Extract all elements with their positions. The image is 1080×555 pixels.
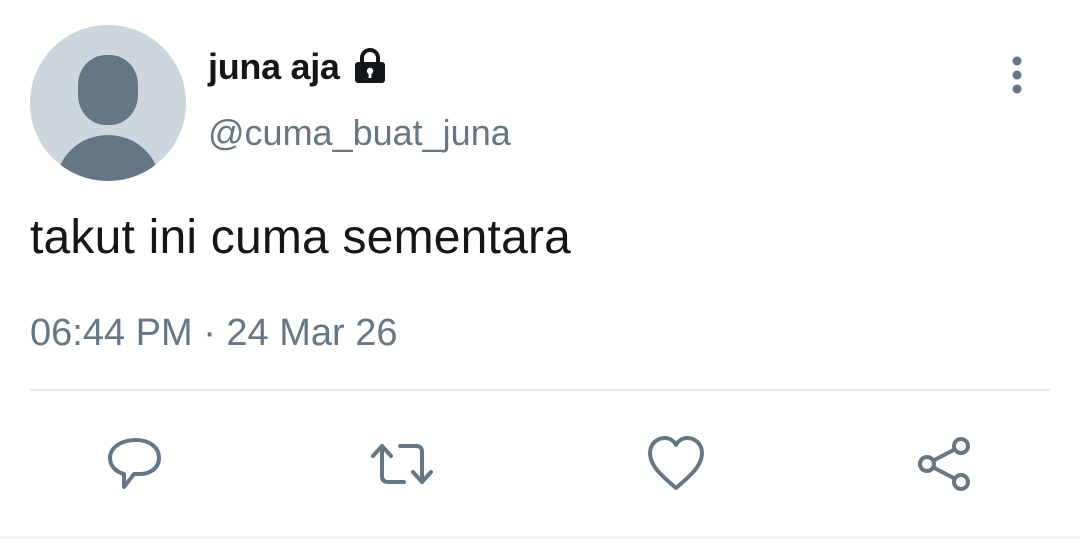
display-name[interactable]: juna aja: [208, 46, 340, 88]
reply-icon: [108, 438, 161, 489]
more-vertical-icon: [1012, 56, 1022, 94]
retweet-button[interactable]: [370, 432, 434, 496]
avatar[interactable]: [30, 25, 186, 181]
heart-icon: [648, 436, 704, 490]
retweet-icon: [371, 444, 433, 484]
lock-icon: [350, 47, 390, 87]
tweet-text: takut ini cuma sementara: [30, 211, 572, 264]
user-name-row: juna aja: [208, 42, 390, 92]
reply-button[interactable]: [104, 432, 168, 496]
user-handle[interactable]: @cuma_buat_juna: [208, 112, 511, 154]
share-button[interactable]: [914, 432, 978, 496]
tweet-timestamp[interactable]: 06:44 PM · 24 Mar 26: [30, 312, 398, 355]
share-icon: [918, 437, 970, 491]
more-options-button[interactable]: [996, 52, 1038, 98]
divider: [30, 389, 1050, 391]
bottom-divider: [0, 536, 1080, 539]
default-avatar-icon: [30, 25, 186, 181]
like-button[interactable]: [644, 432, 708, 496]
